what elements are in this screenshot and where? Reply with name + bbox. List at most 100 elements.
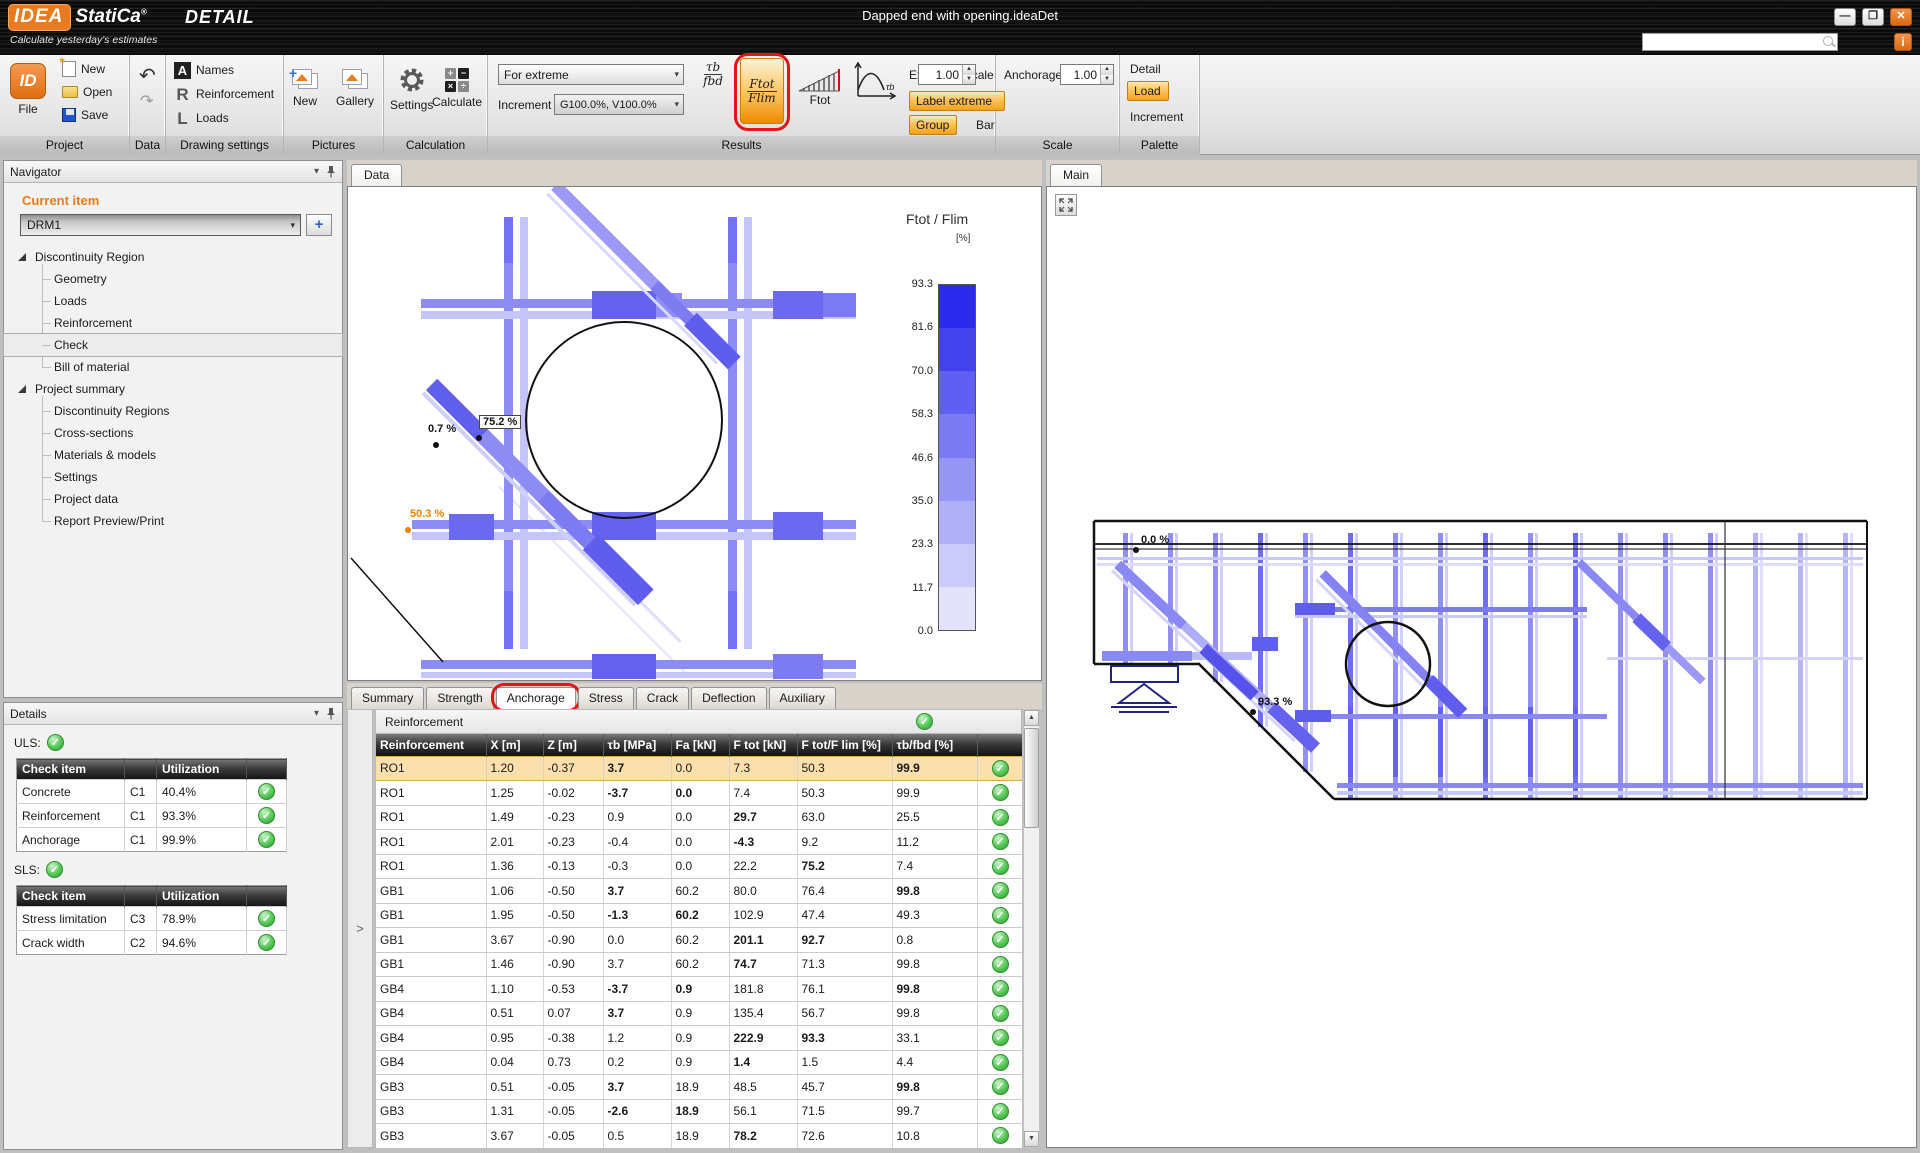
calculate-button[interactable]: + − × ÷ Calculate [432, 68, 482, 109]
table-cell[interactable]: 0.0 [671, 781, 729, 806]
table-scrollbar[interactable]: ▲ ▼ [1023, 709, 1040, 1148]
table-row[interactable]: RO11.25-0.02-3.70.07.450.399.9✓ [376, 781, 1022, 806]
table-cell[interactable]: 3.7 [603, 952, 671, 977]
table-row[interactable]: Crack widthC294.6%✓ [17, 931, 287, 955]
table-cell[interactable]: 0.73 [543, 1050, 603, 1075]
table-cell[interactable]: 99.8 [892, 1001, 977, 1026]
table-cell[interactable]: 3.7 [603, 1001, 671, 1026]
table-cell[interactable]: 3.67 [486, 1124, 543, 1149]
table-cell[interactable]: GB1 [376, 903, 486, 928]
table-cell[interactable]: 0.07 [543, 1001, 603, 1026]
table-cell[interactable]: 0.9 [671, 977, 729, 1002]
table-cell[interactable]: 63.0 [797, 805, 892, 830]
table-cell[interactable]: 0.0 [671, 805, 729, 830]
table-cell[interactable]: 3.67 [486, 928, 543, 953]
table-row[interactable]: GB40.510.073.70.9135.456.799.8✓ [376, 1001, 1022, 1026]
result-tab-stress[interactable]: Stress [578, 687, 634, 709]
pin-icon[interactable] [326, 165, 336, 178]
table-cell[interactable]: 0.5 [603, 1124, 671, 1149]
tab-data[interactable]: Data [351, 164, 402, 186]
exceeded-scale-spinner[interactable]: 1.00 ▲▼ [918, 64, 976, 85]
table-cell[interactable]: RO1 [376, 756, 486, 781]
table-cell[interactable]: -0.02 [543, 781, 603, 806]
table-cell[interactable]: 99.7 [892, 1099, 977, 1124]
table-cell[interactable]: -0.05 [543, 1099, 603, 1124]
tree-node-report-preview-print[interactable]: Report Preview/Print [4, 510, 342, 532]
tree-node-check[interactable]: Check [4, 334, 342, 356]
table-cell[interactable]: 22.2 [729, 854, 797, 879]
palette-load-toggle[interactable]: Load [1127, 81, 1169, 101]
table-cell[interactable]: 0.0 [671, 830, 729, 855]
table-cell[interactable]: 0.51 [486, 1001, 543, 1026]
table-cell[interactable]: 18.9 [671, 1099, 729, 1124]
table-cell[interactable]: GB3 [376, 1124, 486, 1149]
table-cell[interactable]: 76.1 [797, 977, 892, 1002]
table-cell[interactable]: 10.8 [892, 1124, 977, 1149]
result-tab-summary[interactable]: Summary [351, 687, 424, 709]
palette-increment-option[interactable]: Increment [1130, 110, 1183, 124]
table-cell[interactable]: 25.5 [892, 805, 977, 830]
table-cell[interactable]: 201.1 [729, 928, 797, 953]
table-row[interactable]: RO12.01-0.23-0.40.0-4.39.211.2✓ [376, 830, 1022, 855]
table-cell[interactable]: 99.8 [892, 1075, 977, 1100]
table-cell[interactable]: 99.8 [892, 952, 977, 977]
tree-expander-icon[interactable] [18, 253, 26, 261]
table-cell[interactable]: 0.2 [603, 1050, 671, 1075]
table-cell[interactable]: GB4 [376, 1026, 486, 1051]
label-extreme-toggle[interactable]: Label extreme [909, 91, 1005, 111]
table-row[interactable]: GB11.95-0.50-1.360.2102.947.449.3✓ [376, 903, 1022, 928]
info-button[interactable]: i [1894, 33, 1912, 51]
table-cell[interactable]: -3.7 [603, 781, 671, 806]
loads-toggle[interactable]: LLoads [174, 108, 283, 128]
table-row[interactable]: Stress limitationC378.9%✓ [17, 907, 287, 931]
table-cell[interactable]: RO1 [376, 781, 486, 806]
chevron-down-icon[interactable]: ▾ [314, 708, 319, 719]
table-cell[interactable]: 2.01 [486, 830, 543, 855]
table-cell[interactable]: 78.2 [729, 1124, 797, 1149]
table-cell[interactable]: 0.8 [892, 928, 977, 953]
table-cell[interactable]: -3.7 [603, 977, 671, 1002]
open-button[interactable]: Open [62, 82, 112, 102]
undo-button[interactable]: ↶ [139, 67, 156, 85]
table-cell[interactable]: -0.23 [543, 805, 603, 830]
column-header[interactable]: Reinforcement [376, 734, 486, 756]
names-toggle[interactable]: ANames [174, 60, 283, 80]
table-cell[interactable]: 72.6 [797, 1124, 892, 1149]
table-cell[interactable]: 75.2 [797, 854, 892, 879]
table-cell[interactable]: 56.1 [729, 1099, 797, 1124]
table-cell[interactable]: 1.25 [486, 781, 543, 806]
table-cell[interactable]: 56.7 [797, 1001, 892, 1026]
ftot-flim-result-button[interactable]: FtotFlim [740, 58, 784, 124]
tree-node-materials-models[interactable]: Materials & models [4, 444, 342, 466]
close-button[interactable]: ✕ [1890, 8, 1912, 26]
table-row[interactable]: RO11.49-0.230.90.029.763.025.5✓ [376, 805, 1022, 830]
table-cell[interactable]: -0.90 [543, 952, 603, 977]
table-cell[interactable]: 71.3 [797, 952, 892, 977]
table-cell[interactable]: 80.0 [729, 879, 797, 904]
tree-node-bill-of-material[interactable]: Bill of material [4, 356, 342, 378]
table-cell[interactable]: 18.9 [671, 1075, 729, 1100]
scrollbar-thumb[interactable] [1024, 728, 1039, 828]
fit-view-button[interactable] [1055, 194, 1077, 216]
picture-new-button[interactable]: + New [292, 69, 318, 108]
table-cell[interactable]: GB4 [376, 1050, 486, 1075]
column-header[interactable]: F tot [kN] [729, 734, 797, 756]
table-cell[interactable]: 1.10 [486, 977, 543, 1002]
table-cell[interactable]: 92.7 [797, 928, 892, 953]
table-cell[interactable]: -0.38 [543, 1026, 603, 1051]
table-cell[interactable]: -1.3 [603, 903, 671, 928]
table-row[interactable]: GB41.10-0.53-3.70.9181.876.199.8✓ [376, 977, 1022, 1002]
table-cell[interactable]: 4.4 [892, 1050, 977, 1075]
table-cell[interactable]: GB3 [376, 1075, 486, 1100]
table-cell[interactable]: 3.7 [603, 879, 671, 904]
table-cell[interactable]: 99.8 [892, 879, 977, 904]
data-canvas[interactable]: 0.7 % 75.2 % 50.3 % Ftot / Flim [%] 93.3… [347, 186, 1042, 681]
table-cell[interactable]: 1.06 [486, 879, 543, 904]
table-cell[interactable]: 0.51 [486, 1075, 543, 1100]
table-cell[interactable]: 9.2 [797, 830, 892, 855]
table-cell[interactable]: 1.36 [486, 854, 543, 879]
table-row[interactable]: GB11.06-0.503.760.280.076.499.8✓ [376, 879, 1022, 904]
pin-icon[interactable] [326, 707, 336, 720]
table-cell[interactable]: -0.05 [543, 1075, 603, 1100]
table-cell[interactable]: 1.2 [603, 1026, 671, 1051]
